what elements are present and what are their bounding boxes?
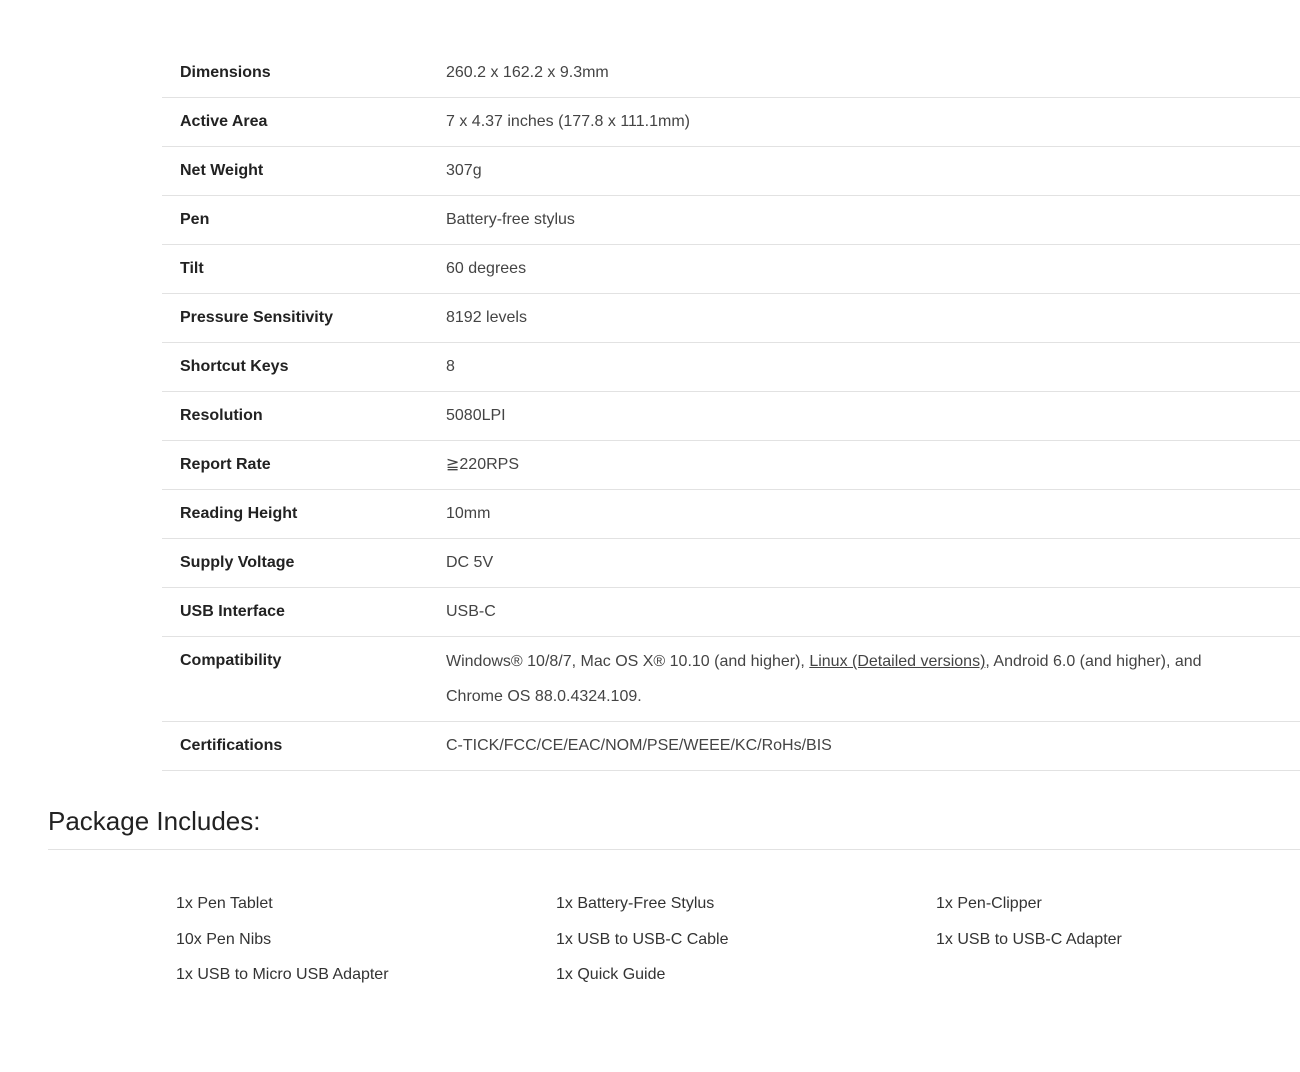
spec-value: 60 degrees bbox=[446, 260, 527, 277]
spec-row-supply-voltage: Supply Voltage DC 5V bbox=[162, 539, 1300, 588]
spec-label: Supply Voltage bbox=[180, 554, 295, 571]
list-item: 1x USB to USB-C Adapter bbox=[936, 930, 1122, 948]
spec-value: 8 bbox=[446, 358, 455, 375]
spec-row-shortcut-keys: Shortcut Keys 8 bbox=[162, 343, 1300, 392]
package-items-list: 1x Pen Tablet 1x Battery-Free Stylus 1x … bbox=[176, 886, 1300, 993]
spec-value: ≧220RPS bbox=[446, 456, 519, 473]
spec-value: 10mm bbox=[446, 505, 491, 522]
spec-value: Windows® 10/8/7, Mac OS X® 10.10 (and hi… bbox=[446, 637, 1300, 721]
spec-label: Dimensions bbox=[180, 64, 271, 81]
spec-value: 307g bbox=[446, 162, 482, 179]
spec-row-certifications: Certifications C-TICK/FCC/CE/EAC/NOM/PSE… bbox=[162, 722, 1300, 771]
spec-row-usb-interface: USB Interface USB-C bbox=[162, 588, 1300, 637]
linux-versions-link[interactable]: Linux (Detailed versions) bbox=[809, 653, 985, 670]
list-item: 10x Pen Nibs bbox=[176, 930, 272, 948]
spec-label: Shortcut Keys bbox=[180, 358, 289, 375]
spec-label: Certifications bbox=[180, 737, 283, 754]
spec-row-pen: Pen Battery-free stylus bbox=[162, 196, 1300, 245]
list-item: 1x Pen Tablet bbox=[176, 895, 273, 912]
spec-label: USB Interface bbox=[180, 603, 285, 620]
spec-value: DC 5V bbox=[446, 554, 494, 571]
spec-label: Tilt bbox=[180, 260, 204, 277]
list-item: 1x USB to Micro USB Adapter bbox=[176, 966, 389, 983]
spec-row-tilt: Tilt 60 degrees bbox=[162, 245, 1300, 294]
spec-label: Active Area bbox=[180, 113, 268, 130]
list-item: 1x Quick Guide bbox=[556, 966, 666, 983]
spec-value: Battery-free stylus bbox=[446, 211, 575, 228]
spec-row-dimensions: Dimensions 260.2 x 162.2 x 9.3mm bbox=[162, 49, 1300, 98]
spec-label: Resolution bbox=[180, 407, 263, 424]
package-divider bbox=[48, 849, 1300, 850]
spec-row-active-area: Active Area 7 x 4.37 inches (177.8 x 111… bbox=[162, 98, 1300, 147]
spec-row-reading-height: Reading Height 10mm bbox=[162, 490, 1300, 539]
spec-row-net-weight: Net Weight 307g bbox=[162, 147, 1300, 196]
spec-row-resolution: Resolution 5080LPI bbox=[162, 392, 1300, 441]
spec-row-compatibility: Compatibility Windows® 10/8/7, Mac OS X®… bbox=[162, 637, 1300, 722]
specifications-table: Dimensions 260.2 x 162.2 x 9.3mm Active … bbox=[162, 49, 1300, 771]
package-includes-title: Package Includes: bbox=[48, 806, 261, 836]
spec-value: USB-C bbox=[446, 603, 496, 620]
spec-value: 260.2 x 162.2 x 9.3mm bbox=[446, 64, 609, 81]
list-item: 1x USB to USB-C Cable bbox=[556, 930, 729, 948]
list-item: 1x Battery-Free Stylus bbox=[556, 895, 715, 912]
spec-value: 7 x 4.37 inches (177.8 x 111.1mm) bbox=[446, 113, 690, 130]
list-item: 1x Pen-Clipper bbox=[936, 895, 1042, 912]
spec-row-pressure-sensitivity: Pressure Sensitivity 8192 levels bbox=[162, 294, 1300, 343]
spec-label: Pen bbox=[180, 211, 210, 228]
spec-label: Report Rate bbox=[180, 456, 271, 473]
spec-value: C-TICK/FCC/CE/EAC/NOM/PSE/WEEE/KC/RoHs/B… bbox=[446, 737, 832, 754]
spec-label: Pressure Sensitivity bbox=[180, 309, 333, 326]
spec-row-report-rate: Report Rate ≧220RPS bbox=[162, 441, 1300, 490]
spec-label: Net Weight bbox=[180, 162, 264, 179]
spec-value: 8192 levels bbox=[446, 309, 527, 326]
spec-value: 5080LPI bbox=[446, 407, 506, 424]
compatibility-text-before: Windows® 10/8/7, Mac OS X® 10.10 (and hi… bbox=[446, 653, 810, 670]
spec-label: Reading Height bbox=[180, 505, 298, 522]
spec-label: Compatibility bbox=[180, 652, 282, 669]
